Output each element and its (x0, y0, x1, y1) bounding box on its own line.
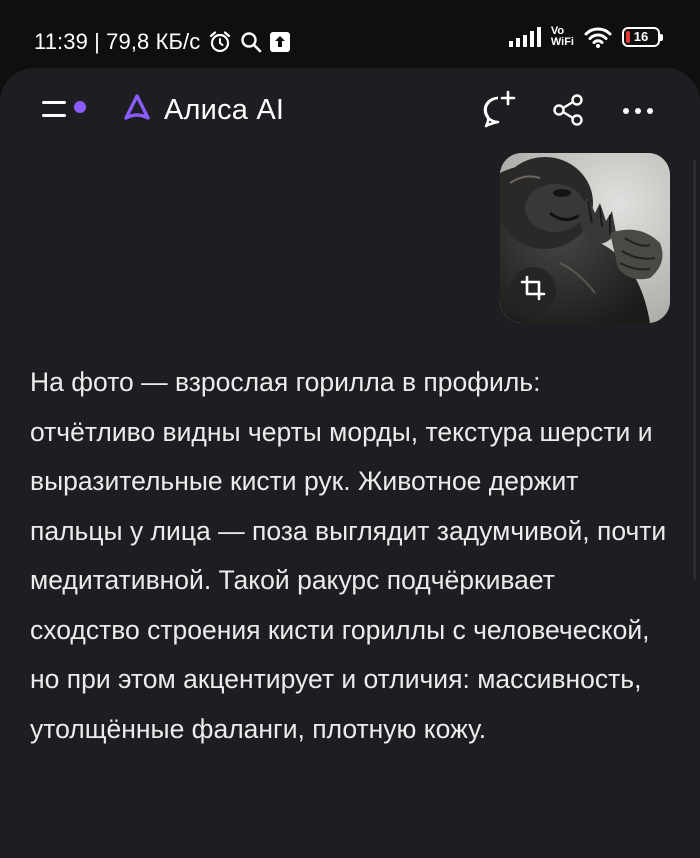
chat-panel: Алиса AI На фото — взрослая горилла в пр… (0, 68, 700, 858)
alice-logo-icon (122, 93, 152, 128)
status-right: Vo WiFi 16 (508, 26, 663, 48)
vowifi-indicator: Vo WiFi (551, 26, 574, 48)
search-icon (240, 31, 262, 53)
page-title: Алиса AI (164, 94, 285, 126)
new-chat-button[interactable] (476, 90, 520, 134)
signal-bars-icon (508, 27, 541, 47)
new-chat-icon (478, 90, 518, 135)
menu-icon (74, 101, 86, 113)
share-button[interactable] (546, 90, 590, 134)
upload-icon (270, 32, 291, 52)
scrollbar[interactable] (693, 160, 696, 580)
alarm-icon (208, 30, 232, 54)
crop-icon (520, 275, 546, 306)
menu-icon-line-top (42, 101, 66, 104)
status-bar: 11:39 | 79,8 КБ/с Vo WiFi 16 (0, 0, 700, 68)
status-left: 11:39 | 79,8 КБ/с (34, 28, 291, 56)
battery-fill (626, 31, 630, 43)
status-time-speed: 11:39 | 79,8 КБ/с (34, 29, 201, 54)
share-icon (550, 92, 586, 133)
battery-level: 16 (633, 29, 649, 44)
brand: Алиса AI (122, 90, 284, 130)
app-header: Алиса AI (0, 68, 700, 154)
vowifi-bottom: WiFi (550, 36, 574, 48)
battery-icon: 16 (622, 27, 663, 47)
menu-icon-line-bottom (42, 114, 66, 117)
crop-button[interactable] (510, 267, 556, 313)
more-icon (621, 103, 655, 121)
wifi-icon (584, 26, 612, 48)
assistant-response-text: На фото — взрослая горилла в профиль: от… (30, 367, 667, 744)
attached-photo[interactable] (500, 153, 670, 323)
more-button[interactable] (616, 90, 660, 134)
menu-button[interactable] (38, 92, 90, 132)
